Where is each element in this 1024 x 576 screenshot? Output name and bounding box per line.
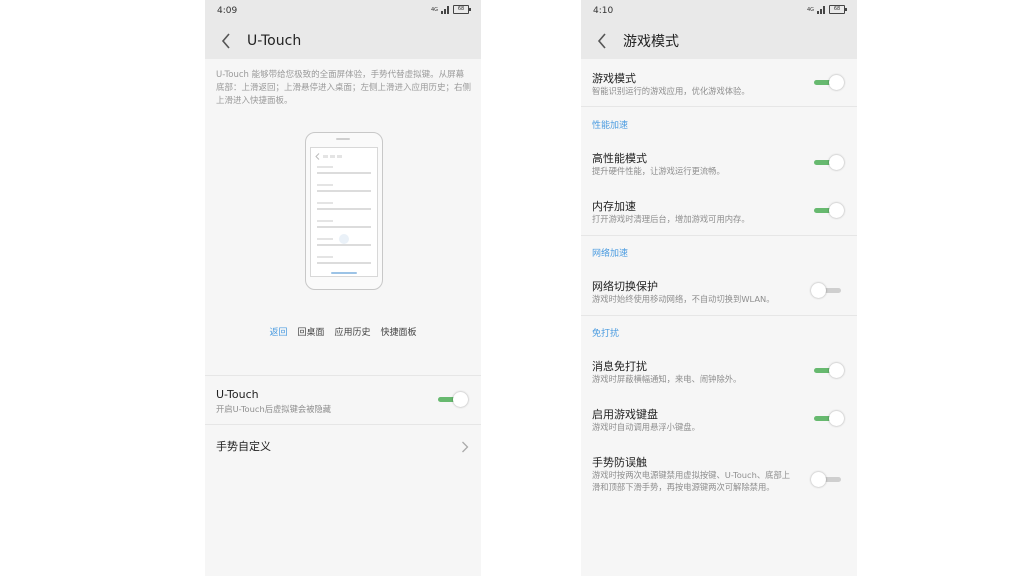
gesture-guard-label: 手势防误触 bbox=[592, 456, 647, 469]
game-mode-label: 游戏模式 bbox=[592, 72, 636, 85]
gesture-guard-desc: 游戏时按两次电源键禁用虚拟按键、U-Touch、底部上滑和顶部下滑手势，再按电源… bbox=[592, 470, 791, 492]
game-keyboard-label: 启用游戏键盘 bbox=[592, 408, 658, 421]
status-bar: 4:09 4G 68 bbox=[205, 0, 481, 22]
back-arrow-icon[interactable] bbox=[215, 30, 237, 52]
game-mode-desc: 智能识别运行的游戏应用，优化游戏体验。 bbox=[592, 86, 750, 96]
divider bbox=[205, 424, 481, 425]
phone-illustration bbox=[305, 132, 383, 290]
tab-quick-panel[interactable]: 快捷面板 bbox=[381, 325, 417, 338]
game-mode-screen: 4:10 4G 68 游戏模式 游戏模式 智能识别运行的游戏应用，优化游戏体验。… bbox=[581, 0, 857, 576]
high-perf-desc: 提升硬件性能，让游戏运行更流畅。 bbox=[592, 166, 725, 176]
section-net-accel: 网络加速 bbox=[592, 249, 629, 259]
memory-accel-label: 内存加速 bbox=[592, 200, 636, 213]
signal-icon bbox=[817, 5, 826, 14]
status-bar: 4:10 4G 68 bbox=[581, 0, 857, 22]
u-touch-label: U-Touch bbox=[216, 388, 259, 401]
section-perf-accel: 性能加速 bbox=[592, 121, 629, 131]
tab-app-history[interactable]: 应用历史 bbox=[335, 325, 371, 338]
memory-accel-toggle[interactable] bbox=[814, 203, 844, 218]
gesture-customize-label[interactable]: 手势自定义 bbox=[216, 438, 271, 454]
status-time: 4:10 bbox=[593, 6, 614, 16]
high-perf-toggle[interactable] bbox=[814, 155, 844, 170]
game-keyboard-toggle[interactable] bbox=[814, 411, 844, 426]
tab-back[interactable]: 返回 bbox=[269, 325, 287, 338]
back-arrow-icon[interactable] bbox=[591, 30, 613, 52]
page-title: U-Touch bbox=[247, 32, 302, 49]
game-keyboard-desc: 游戏时自动调用悬浮小键盘。 bbox=[592, 422, 700, 432]
divider bbox=[581, 106, 857, 107]
msg-dnd-desc: 游戏时屏蔽横幅通知，来电、闹钟除外。 bbox=[592, 374, 742, 384]
game-mode-toggle[interactable] bbox=[814, 75, 844, 90]
net-protect-desc: 游戏时始终使用移动网络，不自动切换到WLAN。 bbox=[592, 294, 775, 304]
title-bar: 游戏模式 bbox=[581, 22, 857, 59]
title-bar: U-Touch bbox=[205, 22, 481, 59]
high-perf-label: 高性能模式 bbox=[592, 152, 647, 165]
battery-icon: 68 bbox=[453, 5, 471, 14]
memory-accel-desc: 打开游戏时清理后台，增加游戏可用内存。 bbox=[592, 214, 750, 224]
gesture-tabs: 返回 回桌面 应用历史 快捷面板 bbox=[205, 325, 481, 338]
network-type: 4G bbox=[806, 6, 814, 13]
msg-dnd-label: 消息免打扰 bbox=[592, 360, 647, 373]
divider bbox=[581, 315, 857, 316]
gesture-guard-toggle[interactable] bbox=[811, 472, 841, 487]
tab-home[interactable]: 回桌面 bbox=[297, 325, 324, 338]
chevron-right-icon[interactable] bbox=[461, 438, 471, 453]
u-touch-screen: 4:09 4G 68 U-Touch U-Touch 能够带给您极致的全面屏体验… bbox=[205, 0, 481, 576]
u-touch-desc: 开启U-Touch后虚拟键会被隐藏 bbox=[216, 404, 332, 414]
msg-dnd-toggle[interactable] bbox=[814, 363, 844, 378]
network-type: 4G bbox=[430, 6, 438, 13]
page-title: 游戏模式 bbox=[623, 33, 679, 50]
status-time: 4:09 bbox=[217, 6, 238, 16]
section-dnd: 免打扰 bbox=[592, 329, 620, 339]
divider bbox=[205, 375, 481, 376]
divider bbox=[581, 235, 857, 236]
net-protect-label: 网络切换保护 bbox=[592, 280, 658, 293]
battery-icon: 68 bbox=[829, 5, 847, 14]
signal-icon bbox=[441, 5, 450, 14]
u-touch-toggle[interactable] bbox=[438, 392, 468, 407]
net-protect-toggle[interactable] bbox=[811, 283, 841, 298]
intro-description: U-Touch 能够带给您极致的全面屏体验，手势代替虚拟键。从屏幕底部：上滑返回… bbox=[216, 70, 472, 106]
